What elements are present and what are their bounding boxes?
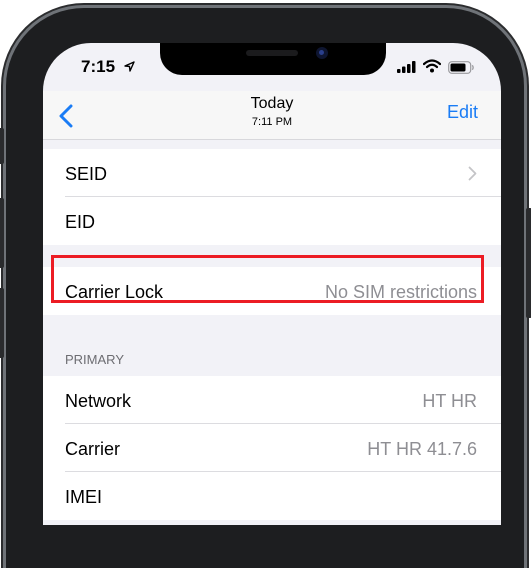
volume-up-button — [0, 198, 4, 268]
carrier-label: Carrier — [65, 439, 121, 459]
primary-group: Network HT HR Carrier HT HR 41.7.6 IMEI — [43, 376, 501, 520]
section-header-primary: PRIMARY — [65, 352, 124, 367]
network-row: Network HT HR — [43, 376, 501, 424]
info-group-top: SEID EID — [43, 149, 501, 245]
location-arrow-icon — [124, 61, 135, 72]
status-time: 7:15 — [81, 57, 116, 76]
battery-icon — [448, 61, 474, 74]
network-label: Network — [65, 391, 132, 411]
eid-label: EID — [65, 212, 96, 232]
network-value: HT HR — [422, 391, 477, 411]
eid-row: EID — [43, 197, 501, 245]
cellular-signal-icon — [397, 61, 416, 73]
edit-button[interactable]: Edit — [447, 102, 478, 123]
highlight-annotation-box — [51, 255, 484, 303]
chevron-right-icon — [468, 166, 477, 181]
wifi-icon — [423, 59, 441, 73]
nav-title: Today — [250, 95, 294, 112]
side-button — [526, 208, 531, 318]
seid-label: SEID — [65, 164, 108, 184]
nav-subtitle: 7:11 PM — [251, 116, 293, 128]
volume-down-button — [0, 288, 4, 358]
status-bar: 7:15 — [43, 43, 501, 91]
imei-label: IMEI — [65, 487, 103, 507]
silent-switch — [0, 128, 4, 164]
seid-row[interactable]: SEID — [43, 149, 501, 197]
navigation-bar: Today 7:11 PM Edit — [43, 91, 501, 140]
imei-row: IMEI — [43, 472, 501, 520]
carrier-row: Carrier HT HR 41.7.6 — [43, 424, 501, 472]
carrier-value: HT HR 41.7.6 — [367, 439, 477, 459]
